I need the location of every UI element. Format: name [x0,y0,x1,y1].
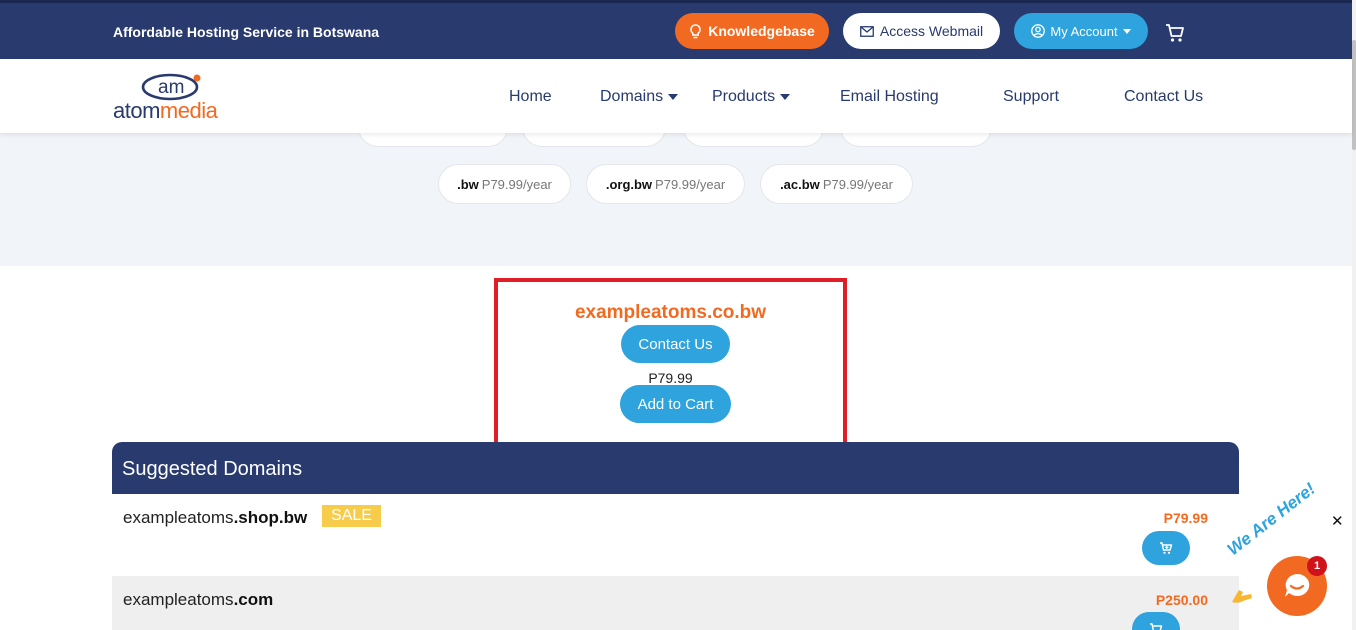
scrollbar-thumb[interactable] [1352,40,1356,150]
chevron-down-icon [780,94,791,100]
top-bar: Affordable Hosting Service in Botswana K… [0,0,1352,59]
chat-bubble-icon [1285,573,1310,597]
add-to-cart-icon-button[interactable] [1142,531,1190,565]
suggested-domain-row: exampleatoms.com P250.00 [112,576,1239,630]
suggested-domain-price: P79.99 [1163,510,1208,526]
contact-us-button[interactable]: Contact Us [621,325,730,363]
tagline: Affordable Hosting Service in Botswana [113,24,380,40]
webmail-label: Access Webmail [879,23,984,39]
tld-pill-hidden[interactable] [840,133,992,147]
chevron-down-icon [668,94,679,100]
cart-icon[interactable] [1164,22,1186,44]
tld-pill-ac-bw[interactable]: .ac.bw P79.99/year [760,164,913,204]
suggested-domain-name: exampleatoms.shop.bw [123,508,308,527]
knowledgebase-label: Knowledgebase [708,23,815,39]
suggested-domain-name: exampleatoms.com [123,590,274,609]
add-to-cart-icon-button[interactable] [1132,612,1180,630]
tld-pricing-band: .bw P79.99/year .org.bw P79.99/year .ac.bw… [0,133,1352,266]
suggested-domain-price: P250.00 [1155,592,1208,608]
my-account-button[interactable]: My Account [1014,13,1148,49]
nav-products[interactable]: Products [712,88,791,106]
domain-result-box: exampleatoms.co.bw Contact Us P79.99 Add… [494,278,847,447]
logo-wordmark: atommedia [113,98,218,123]
my-account-label: My Account [1050,23,1118,39]
nav-email-hosting[interactable]: Email Hosting [840,88,939,106]
access-webmail-button[interactable]: Access Webmail [843,13,1000,49]
waving-hand-icon [1232,590,1252,603]
suggested-domain-row: exampleatoms.shop.bw SALE P79.99 [112,494,1239,576]
main-navbar: am atommedia Home Domains Products Email… [0,59,1352,133]
result-domain-name: exampleatoms.co.bw [574,302,767,323]
chat-notification-badge: 1 [1307,556,1327,576]
sale-badge: SALE [322,505,381,527]
tld-pill-hidden[interactable] [522,133,666,147]
suggested-domains-header: Suggested Domains [112,442,1239,494]
cart-icon [1150,623,1163,630]
result-price: P79.99 [648,370,693,386]
nav-domains[interactable]: Domains [600,88,679,106]
cart-icon [1160,542,1173,554]
atommedia-logo[interactable]: am atommedia [113,71,238,123]
tld-pill-hidden[interactable] [358,133,508,147]
suggested-domains-title: Suggested Domains [122,458,303,480]
chat-close-icon[interactable]: ✕ [1331,512,1344,530]
tld-pill-bw[interactable]: .bw P79.99/year [438,164,571,204]
page-scrollbar[interactable] [1352,0,1356,630]
add-to-cart-button[interactable]: Add to Cart [620,385,731,423]
chevron-down-icon [1122,28,1131,34]
tld-pill-hidden[interactable] [683,133,824,147]
user-circle-icon [1031,24,1046,38]
envelope-icon [859,25,874,37]
svg-text:am: am [158,77,184,98]
tld-pill-org-bw[interactable]: .org.bw P79.99/year [586,164,745,204]
logo-mark: am [141,73,201,101]
knowledgebase-button[interactable]: Knowledgebase [675,13,829,49]
nav-support[interactable]: Support [1003,88,1059,106]
nav-home[interactable]: Home [509,88,552,106]
nav-contact-us[interactable]: Contact Us [1124,88,1203,106]
lightbulb-icon [690,23,701,38]
